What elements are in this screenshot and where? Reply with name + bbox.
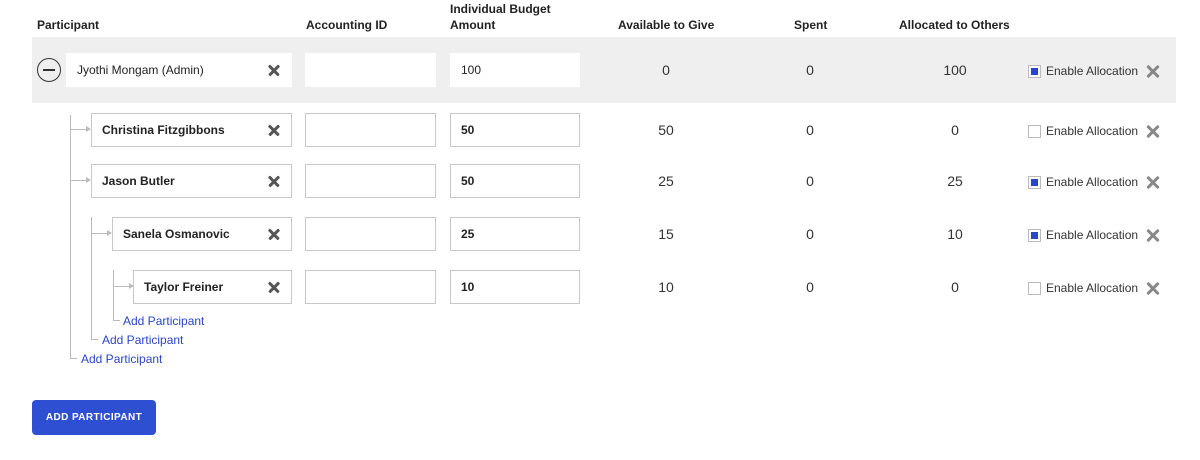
budget-input[interactable] [450, 113, 580, 147]
delete-row-icon[interactable] [1145, 123, 1161, 139]
tree-line [91, 339, 98, 340]
tree-line [113, 286, 130, 287]
participant-name-field[interactable]: Sanela Osmanovic [112, 217, 292, 251]
available-value: 15 [658, 226, 674, 242]
allocated-value: 25 [947, 173, 963, 189]
enable-allocation-checkbox[interactable] [1028, 175, 1041, 189]
header-spent: Spent [794, 18, 828, 32]
participant-name: Sanela Osmanovic [123, 227, 230, 241]
tree-line [91, 233, 108, 234]
spent-value: 0 [806, 122, 814, 138]
allocated-value: 100 [943, 62, 967, 78]
budget-input[interactable] [450, 53, 580, 87]
enable-allocation-toggle[interactable]: Enable Allocation [1028, 172, 1138, 192]
collapse-icon[interactable] [37, 58, 61, 82]
enable-allocation-toggle[interactable]: Enable Allocation [1028, 225, 1138, 245]
participant-name-field[interactable]: Christina Fitzgibbons [91, 113, 292, 147]
tree-line [70, 358, 77, 359]
allocated-value: 0 [951, 122, 959, 138]
delete-row-icon[interactable] [1145, 63, 1161, 79]
tree-line [91, 217, 92, 340]
tree-line [70, 129, 87, 130]
participant-name: Jason Butler [102, 174, 175, 188]
allocated-value: 0 [951, 279, 959, 295]
tree-line [113, 270, 114, 321]
header-budget-line1: Individual Budget [450, 2, 551, 16]
enable-allocation-label: Enable Allocation [1046, 64, 1139, 78]
enable-allocation-label: Enable Allocation [1046, 175, 1139, 189]
header-accounting-id: Accounting ID [306, 18, 388, 32]
enable-allocation-toggle[interactable]: Enable Allocation [1028, 278, 1138, 298]
participant-name-field[interactable]: Taylor Freiner [133, 270, 292, 304]
delete-row-icon[interactable] [1145, 280, 1161, 296]
accounting-id-input[interactable] [305, 53, 436, 87]
spent-value: 0 [806, 173, 814, 189]
add-participant-button[interactable]: ADD PARTICIPANT [32, 400, 156, 435]
add-participant-link[interactable]: Add Participant [81, 352, 162, 366]
available-value: 10 [658, 279, 674, 295]
allocated-value: 10 [947, 226, 963, 242]
accounting-id-input[interactable] [305, 270, 436, 304]
header-budget-line2: Amount [450, 18, 496, 32]
remove-participant-icon[interactable] [266, 226, 282, 242]
header-allocated: Allocated to Others [899, 18, 1010, 32]
tree-line [70, 115, 71, 359]
spent-value: 0 [806, 62, 814, 78]
budget-input[interactable] [450, 270, 580, 304]
remove-participant-icon[interactable] [266, 122, 282, 138]
participant-name-field[interactable]: Jason Butler [91, 164, 292, 198]
budget-input[interactable] [450, 164, 580, 198]
accounting-id-input[interactable] [305, 164, 436, 198]
remove-participant-icon[interactable] [266, 62, 282, 78]
enable-allocation-toggle[interactable]: Enable Allocation [1028, 61, 1138, 81]
remove-participant-icon[interactable] [266, 173, 282, 189]
budget-input[interactable] [450, 217, 580, 251]
participant-name: Christina Fitzgibbons [102, 123, 225, 137]
enable-allocation-checkbox[interactable] [1028, 281, 1041, 295]
accounting-id-input[interactable] [305, 217, 436, 251]
enable-allocation-toggle[interactable]: Enable Allocation [1028, 121, 1138, 141]
enable-allocation-label: Enable Allocation [1046, 124, 1139, 138]
add-participant-link[interactable]: Add Participant [123, 314, 204, 328]
participant-name: Taylor Freiner [144, 280, 224, 294]
tree-line [113, 320, 120, 321]
accounting-id-input[interactable] [305, 113, 436, 147]
enable-allocation-checkbox[interactable] [1028, 228, 1041, 242]
header-available: Available to Give [618, 18, 715, 32]
delete-row-icon[interactable] [1145, 227, 1161, 243]
enable-allocation-checkbox[interactable] [1028, 124, 1041, 138]
available-value: 50 [658, 122, 674, 138]
spent-value: 0 [806, 279, 814, 295]
participant-name: Jyothi Mongam (Admin) [77, 63, 204, 77]
add-participant-link[interactable]: Add Participant [102, 333, 183, 347]
tree-line [70, 180, 87, 181]
available-value: 25 [658, 173, 674, 189]
spent-value: 0 [806, 226, 814, 242]
delete-row-icon[interactable] [1145, 174, 1161, 190]
available-value: 0 [662, 62, 670, 78]
enable-allocation-label: Enable Allocation [1046, 281, 1139, 295]
enable-allocation-checkbox[interactable] [1028, 64, 1041, 78]
remove-participant-icon[interactable] [266, 279, 282, 295]
participant-name-field[interactable]: Jyothi Mongam (Admin) [66, 53, 292, 87]
enable-allocation-label: Enable Allocation [1046, 228, 1139, 242]
header-participant: Participant [37, 18, 100, 32]
